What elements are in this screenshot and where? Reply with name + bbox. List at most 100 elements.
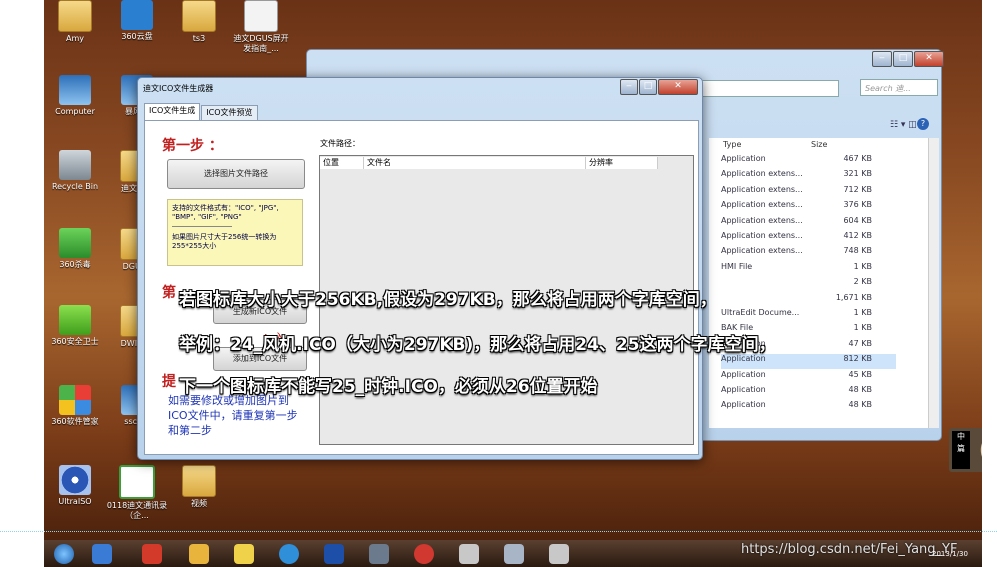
search-input[interactable]: Search 迪...	[860, 79, 938, 96]
minimize-button[interactable]: ‒	[872, 51, 892, 67]
file-size: 412 KB	[843, 231, 872, 240]
desktop-icon-label: 360云盘	[121, 32, 153, 41]
desktop-icon[interactable]: 360云盘	[106, 0, 168, 42]
file-size: 467 KB	[843, 154, 872, 163]
taskbar-app-icon[interactable]	[234, 544, 254, 564]
desktop-icon-label: ts3	[192, 34, 206, 43]
desktop-icon-label: 0118迪文通讯录（企...	[106, 501, 168, 520]
taskbar-app-icon[interactable]	[142, 544, 162, 564]
file-row[interactable]: Application 48 KB	[721, 385, 896, 400]
taskbar-app-icon[interactable]	[459, 544, 479, 564]
maximize-button[interactable]: □	[639, 79, 657, 95]
dialog-window-controls: ‒ □ ✕	[620, 79, 698, 95]
spreadsheet-icon	[119, 465, 155, 499]
maximize-button[interactable]: □	[893, 51, 913, 67]
step1-heading: 第一步 ：	[162, 138, 223, 154]
minimize-button[interactable]: ‒	[620, 79, 638, 95]
file-row[interactable]: 1,671 KB	[721, 293, 896, 308]
file-type: Application extens...	[721, 184, 803, 194]
file-row[interactable]: Application 467 KB	[721, 154, 896, 169]
desktop-icon[interactable]: 迪文DGUS屏开发指南_...	[230, 0, 292, 54]
file-row[interactable]: Application 48 KB	[721, 400, 896, 415]
shield-icon	[59, 228, 91, 258]
file-row[interactable]: Application extens... 604 KB	[721, 216, 896, 231]
file-row[interactable]: Application extens... 321 KB	[721, 169, 896, 184]
file-row[interactable]: 2 KB	[721, 277, 896, 292]
address-bar[interactable]	[697, 80, 839, 97]
column-resolution[interactable]: 分辨率	[586, 157, 658, 169]
file-row[interactable]: Application extens... 412 KB	[721, 231, 896, 246]
file-row[interactable]: Application extens... 748 KB	[721, 246, 896, 261]
column-position[interactable]: 位置	[320, 157, 364, 169]
taskbar-app-icon[interactable]	[549, 544, 569, 564]
close-button[interactable]: ✕	[658, 79, 698, 95]
column-filename[interactable]: 文件名	[364, 157, 586, 169]
taskbar-app-icon[interactable]	[92, 544, 112, 564]
taskbar-app-icon[interactable]	[414, 544, 434, 564]
file-size: 2 KB	[853, 277, 872, 287]
desktop-icon[interactable]: 0118迪文通讯录（企...	[106, 465, 168, 521]
file-row[interactable]: Application extens... 376 KB	[721, 200, 896, 215]
tips-size: 如果图片尺寸大于256统一转换为255*255大小	[172, 233, 277, 250]
file-size: 47 KB	[848, 338, 872, 348]
desktop-icon[interactable]: 360软件管家	[44, 385, 106, 427]
scrollbar[interactable]	[928, 138, 939, 428]
taskbar-app-icon[interactable]	[189, 544, 209, 564]
file-row[interactable]: UltraEdit Docume... 1 KB	[721, 308, 896, 323]
desktop-icon-label: 360安全卫士	[51, 337, 99, 346]
tab-bar: ICO文件生成 ICO文件预览	[144, 103, 259, 120]
taskbar-app-icon[interactable]	[369, 544, 389, 564]
file-list[interactable]: Type Size Application 467 KB Application e…	[709, 138, 939, 428]
desktop-icon-label: 360杀毒	[59, 260, 91, 269]
folder-icon	[58, 0, 92, 32]
folder-icon	[182, 0, 216, 32]
desktop-icon[interactable]: ts3	[168, 0, 230, 44]
tab-ico-preview[interactable]: ICO文件预览	[201, 105, 258, 120]
desktop-icon[interactable]: 360杀毒	[44, 228, 106, 270]
desktop-icon[interactable]: Amy	[44, 0, 106, 44]
desktop-icon-label: 360软件管家	[51, 417, 99, 426]
close-button[interactable]: ✕	[914, 51, 944, 67]
document-icon	[244, 0, 278, 32]
file-size: 48 KB	[848, 400, 872, 410]
file-row[interactable]: Application 45 KB	[721, 370, 896, 385]
file-type: Application extens...	[721, 169, 803, 179]
tab-ico-generate[interactable]: ICO文件生成	[144, 103, 201, 120]
file-size: 812 KB	[843, 354, 872, 364]
file-row[interactable]: Application 812 KB	[721, 354, 896, 370]
file-row[interactable]: HMI File 1 KB	[721, 262, 896, 277]
desktop-icon[interactable]: 视频	[168, 465, 230, 509]
disc-icon	[59, 465, 91, 495]
view-options-icon[interactable]: ☷ ▾ ◫	[890, 120, 917, 130]
desktop-icon[interactable]: Recycle Bin	[44, 150, 106, 192]
ico-generator-dialog[interactable]: 迪文ICO文件生成器 ‒ □ ✕ ICO文件生成 ICO文件预览 第一步 ： 选…	[137, 77, 703, 460]
file-size: 604 KB	[843, 215, 872, 225]
select-path-button[interactable]: 选择图片文件路径	[167, 159, 305, 189]
plus-shield-icon	[59, 305, 91, 335]
desktop-icon[interactable]: Computer	[44, 75, 106, 117]
taskbar-app-icon[interactable]	[504, 544, 524, 564]
file-size: 1 KB	[853, 323, 872, 333]
column-type[interactable]: Type	[723, 140, 741, 149]
format-tips: 支持的文件格式有："ICO", "JPG", "BMP", "GIF", "PN…	[167, 199, 303, 266]
column-size[interactable]: Size	[811, 140, 827, 149]
taskbar-app-icon[interactable]	[324, 544, 344, 564]
desktop-icon-label: UltraISO	[58, 497, 92, 506]
file-type: Application	[721, 154, 766, 163]
desktop-icon-label: Recycle Bin	[51, 182, 99, 191]
avatar: 中 篇	[949, 428, 982, 472]
start-button[interactable]	[54, 544, 74, 564]
taskbar-app-icon[interactable]	[279, 544, 299, 564]
file-size: 376 KB	[843, 200, 872, 210]
avatar-badge: 中 篇	[952, 431, 970, 469]
desktop-icon[interactable]: 360安全卫士	[44, 305, 106, 347]
file-row[interactable]: Application extens... 712 KB	[721, 185, 896, 200]
desktop-icon[interactable]: UltraISO	[44, 465, 106, 507]
help-icon[interactable]: ?	[917, 118, 929, 130]
annotation-line-3: 下一个图标库不能写25_时钟.ICO，必须从26位置开始	[179, 377, 598, 397]
file-type: Application	[721, 354, 766, 364]
desktop-icon-label: 视频	[191, 499, 207, 508]
file-path-label: 文件路径：	[320, 139, 360, 148]
file-size: 1,671 KB	[835, 292, 872, 302]
file-type: Application	[721, 369, 766, 379]
